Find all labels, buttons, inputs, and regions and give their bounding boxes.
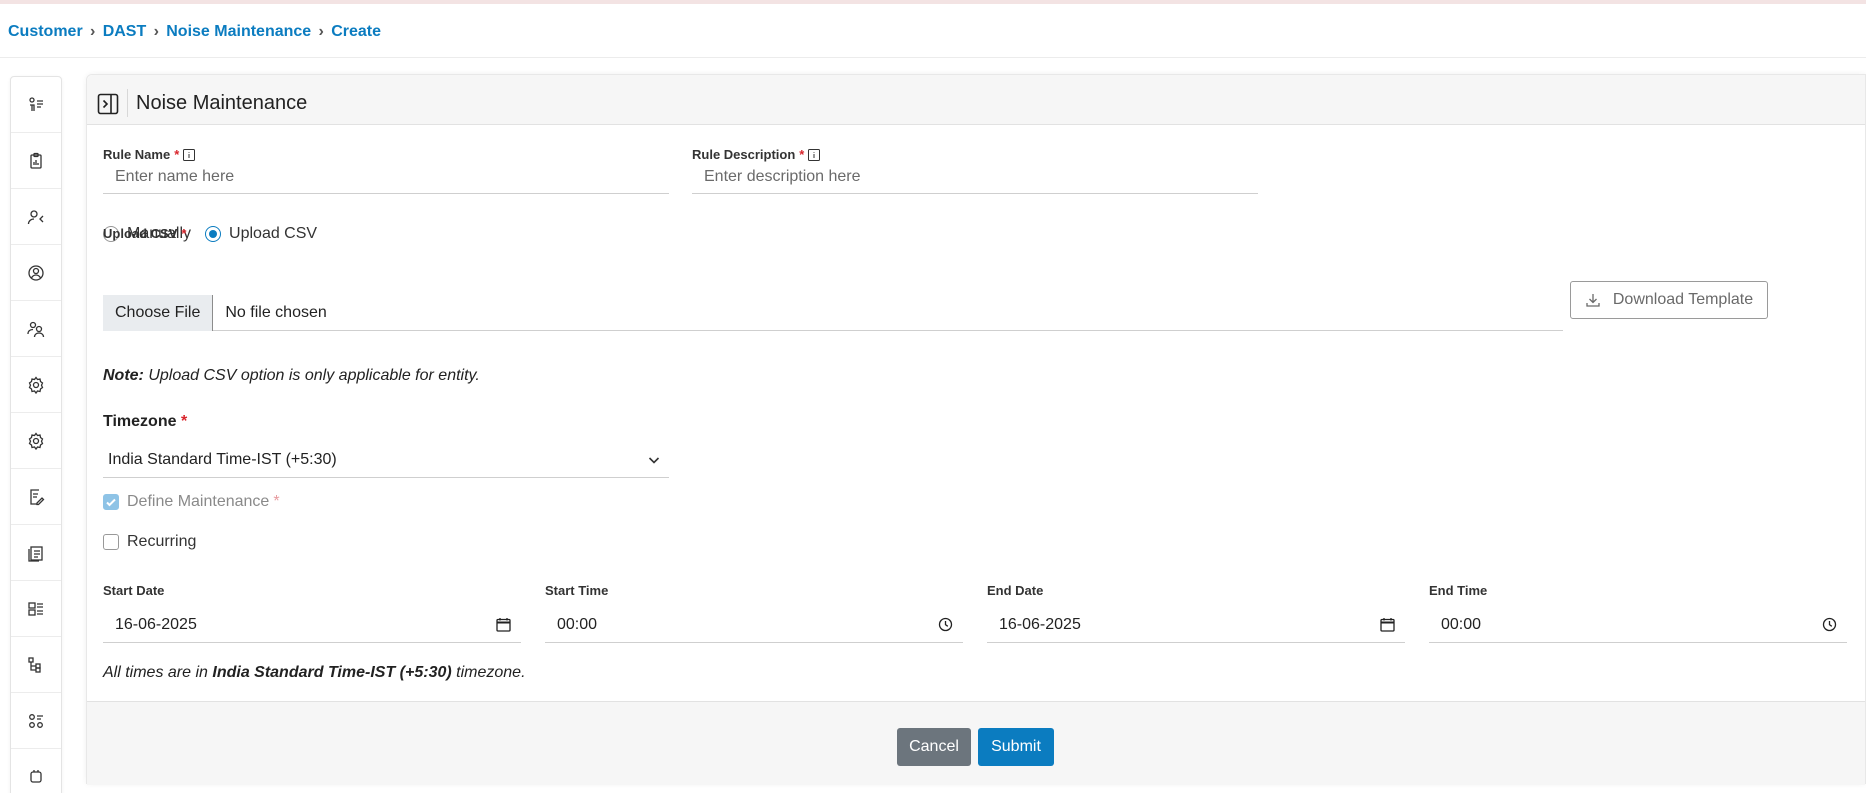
users-icon xyxy=(27,321,45,337)
gear-icon xyxy=(28,375,44,394)
timezone-select[interactable]: India Standard Time-IST (+5:30) xyxy=(103,442,669,478)
form-card: Noise Maintenance Rule Name * Rule Descr… xyxy=(86,74,1866,785)
sidebar-item-badge[interactable] xyxy=(11,749,61,793)
define-maintenance-label: Define Maintenance xyxy=(127,493,270,510)
sidebar-item-gear[interactable] xyxy=(11,357,61,413)
start-date-value: 16-06-2025 xyxy=(115,615,197,633)
timezone-label-text: Timezone xyxy=(103,413,177,430)
tz-hint-prefix: All times are in xyxy=(103,664,208,681)
start-date-label: Start Date xyxy=(103,583,165,598)
grid-list-icon xyxy=(29,713,43,728)
upload-csv-label: Upload CSV * xyxy=(103,226,186,241)
download-template-label: Download Template xyxy=(1612,291,1754,308)
upload-csv-label-text: Upload CSV xyxy=(103,226,178,241)
breadcrumb-separator: › xyxy=(318,23,324,40)
card-footer: Cancel Submit xyxy=(87,701,1865,785)
submit-button[interactable]: Submit xyxy=(978,728,1054,766)
rule-name-input[interactable] xyxy=(103,160,669,194)
tz-hint-suffix: timezone. xyxy=(456,664,526,681)
download-template-button[interactable]: Download Template xyxy=(1570,281,1768,319)
timezone-label: Timezone * xyxy=(103,413,187,431)
note-text: Upload CSV option is only applicable for… xyxy=(148,367,480,384)
calendar-icon[interactable] xyxy=(1380,617,1395,632)
breadcrumb-customer[interactable]: Customer xyxy=(8,23,83,41)
end-date-label: End Date xyxy=(987,583,1044,598)
radio-upload-csv[interactable] xyxy=(205,226,222,242)
rule-description-input[interactable] xyxy=(692,160,1258,194)
required-marker: * xyxy=(180,413,188,430)
start-time-value: 00:00 xyxy=(557,615,598,633)
breadcrumb: Customer › DAST › Noise Maintenance › Cr… xyxy=(8,20,381,44)
header-divider xyxy=(0,57,1866,58)
recurring-row: Recurring xyxy=(103,533,196,551)
breadcrumb-separator: › xyxy=(153,23,159,40)
tz-hint-zone: India Standard Time-IST (+5:30) xyxy=(212,664,452,681)
card-header: Noise Maintenance xyxy=(87,75,1865,125)
recurring-label[interactable]: Recurring xyxy=(127,533,196,551)
recurring-checkbox[interactable] xyxy=(103,534,119,550)
cancel-button[interactable]: Cancel xyxy=(897,728,971,766)
required-marker: * xyxy=(181,226,187,241)
hierarchy-icon xyxy=(28,656,41,673)
clipboard-icon xyxy=(30,152,42,169)
sidebar-item-document-edit[interactable] xyxy=(11,469,61,525)
top-strip xyxy=(0,0,1866,4)
start-date-input[interactable]: 16-06-2025 xyxy=(103,607,521,643)
sidebar-item-stack[interactable] xyxy=(11,581,61,637)
start-time-label: Start Time xyxy=(545,583,609,598)
chevron-down-icon xyxy=(648,456,660,464)
info-icon[interactable] xyxy=(808,148,821,161)
end-date-input[interactable]: 16-06-2025 xyxy=(987,607,1405,643)
calendar-icon[interactable] xyxy=(496,617,511,632)
sidebar-item-user-circle[interactable] xyxy=(11,245,61,301)
sidebar-item-user-arrow[interactable] xyxy=(11,189,61,245)
page-title: Noise Maintenance xyxy=(136,92,308,114)
file-upload-field: Choose File No file chosen xyxy=(103,294,1563,331)
info-icon[interactable] xyxy=(183,148,196,161)
header-separator xyxy=(127,89,128,117)
stack-icon xyxy=(28,601,43,616)
breadcrumb-create[interactable]: Create xyxy=(331,23,381,41)
sidebar xyxy=(10,76,62,793)
required-marker: * xyxy=(273,493,280,510)
end-time-label: End Time xyxy=(1429,583,1488,598)
breadcrumb-dast[interactable]: DAST xyxy=(103,23,147,41)
radio-upload-csv-label[interactable]: Upload CSV xyxy=(229,225,317,243)
file-status-text: No file chosen xyxy=(225,303,327,321)
sidebar-item-person-list[interactable] xyxy=(11,77,61,133)
end-time-input[interactable]: 00:00 xyxy=(1429,607,1847,643)
document-list-icon xyxy=(28,545,43,562)
sidebar-item-document-list[interactable] xyxy=(11,525,61,581)
timezone-value: India Standard Time-IST (+5:30) xyxy=(108,450,337,468)
sidebar-item-hierarchy[interactable] xyxy=(11,637,61,693)
sidebar-item-grid-list[interactable] xyxy=(11,693,61,749)
sidebar-item-gear-alt[interactable] xyxy=(11,413,61,469)
document-edit-icon xyxy=(30,488,45,505)
breadcrumb-separator: › xyxy=(90,23,96,40)
person-list-icon xyxy=(29,96,43,111)
define-maintenance-row: Define Maintenance * xyxy=(103,493,280,511)
badge-icon xyxy=(30,770,42,783)
timezone-hint: All times are in India Standard Time-IST… xyxy=(103,664,526,682)
start-time-input[interactable]: 00:00 xyxy=(545,607,963,643)
download-icon xyxy=(1586,294,1600,307)
upload-note: Note: Upload CSV option is only applicab… xyxy=(103,367,480,385)
sidebar-toggle-icon[interactable] xyxy=(97,93,119,115)
sidebar-item-users[interactable] xyxy=(11,301,61,357)
clock-icon[interactable] xyxy=(938,617,953,632)
choose-file-button[interactable]: Choose File xyxy=(103,294,214,331)
note-prefix: Note: xyxy=(103,367,144,384)
check-icon xyxy=(106,498,116,507)
end-time-value: 00:00 xyxy=(1441,615,1482,633)
sidebar-item-clipboard[interactable] xyxy=(11,133,61,189)
breadcrumb-noise-maintenance[interactable]: Noise Maintenance xyxy=(166,23,311,41)
gear-alt-icon xyxy=(28,431,44,450)
end-date-value: 16-06-2025 xyxy=(999,615,1081,633)
user-arrow-icon xyxy=(27,209,44,224)
user-circle-icon xyxy=(28,264,44,281)
define-maintenance-checkbox xyxy=(103,494,119,510)
clock-icon[interactable] xyxy=(1822,617,1837,632)
